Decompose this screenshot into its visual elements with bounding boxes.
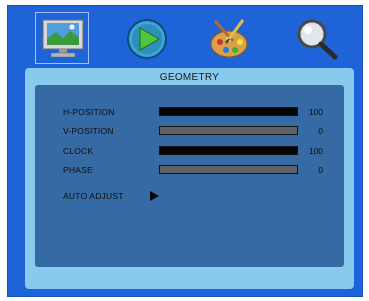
magnifier-icon: [297, 19, 338, 60]
palette-icon: [210, 19, 248, 58]
panel-title: GEOMETRY: [159, 72, 220, 83]
setting-label: CLOCK: [63, 146, 94, 156]
tab-picture[interactable]: [119, 12, 173, 64]
auto-adjust-label: AUTO ADJUST: [63, 191, 124, 201]
play-icon: [127, 19, 167, 59]
geometry-panel: GEOMETRY H-POSITION 100 V-POSITION 0 CLO…: [25, 68, 354, 289]
setting-value: 0: [318, 126, 323, 136]
menu-icon-bar: [8, 6, 362, 68]
level-slider[interactable]: [159, 146, 298, 155]
tab-color[interactable]: [202, 12, 256, 64]
auto-adjust-item[interactable]: AUTO ADJUST: [35, 190, 344, 202]
setting-label: H-POSITION: [63, 107, 115, 117]
setting-label: V-POSITION: [63, 126, 114, 136]
setting-row-h-position[interactable]: H-POSITION 100: [35, 106, 344, 118]
setting-row-clock[interactable]: CLOCK 100: [35, 145, 344, 157]
level-slider[interactable]: [159, 107, 298, 116]
setting-label: PHASE: [63, 165, 93, 175]
level-slider[interactable]: [159, 126, 298, 135]
setting-value: 100: [308, 146, 323, 156]
settings-list: H-POSITION 100 V-POSITION 0 CLOCK 100 PH…: [35, 85, 344, 267]
play-arrow-icon[interactable]: [150, 191, 159, 201]
setting-row-v-position[interactable]: V-POSITION 0: [35, 125, 344, 137]
level-slider[interactable]: [159, 165, 298, 174]
monitor-icon: [42, 19, 84, 58]
tab-monitor[interactable]: [35, 12, 89, 64]
setting-value: 0: [318, 165, 323, 175]
setting-value: 100: [308, 107, 323, 117]
tab-options[interactable]: [288, 12, 342, 64]
slider-fill: [160, 108, 297, 115]
setting-row-phase[interactable]: PHASE 0: [35, 164, 344, 176]
slider-fill: [160, 147, 297, 154]
osd-menu-window: GEOMETRY H-POSITION 100 V-POSITION 0 CLO…: [7, 5, 363, 297]
